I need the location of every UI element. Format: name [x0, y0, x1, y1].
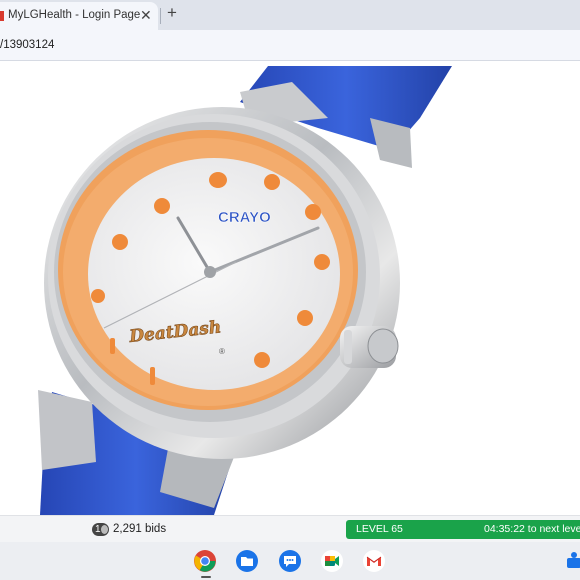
brand-crayo: CRAYO — [218, 209, 271, 226]
close-tab-icon[interactable]: ✕ — [140, 7, 152, 24]
bid-count: 2,291 bids — [113, 523, 167, 535]
next-level-timer: 04:35:22 to next level - — [484, 523, 580, 535]
tab-title: MyLGHealth - Login Page — [8, 9, 141, 21]
site-favicon-icon — [0, 11, 4, 21]
tray-account-icon[interactable] — [562, 549, 580, 573]
new-tab-button[interactable]: + — [167, 3, 177, 23]
tab-divider — [160, 8, 161, 24]
messages-icon[interactable] — [278, 549, 302, 573]
address-bar[interactable]: /13903124 — [0, 30, 580, 61]
level-progress-bar: LEVEL 65 04:35:22 to next level - — [346, 520, 580, 539]
level-label: LEVEL 65 — [356, 523, 403, 535]
chrome-icon[interactable] — [193, 549, 217, 573]
url-text[interactable]: /13903124 — [0, 39, 54, 51]
bid-token-icon: 1 — [92, 523, 109, 536]
meet-icon[interactable] — [320, 549, 344, 573]
gmail-icon[interactable] — [362, 549, 386, 573]
product-image-area: CRAYO DeatDash ® — [0, 61, 580, 515]
registered-mark: ® — [219, 347, 225, 356]
files-icon[interactable] — [235, 549, 259, 573]
hand-pivot — [204, 266, 216, 278]
browser-tab-strip: MyLGHealth - Login Page ✕ + — [0, 0, 580, 30]
browser-tab[interactable]: MyLGHealth - Login Page ✕ — [0, 2, 158, 30]
wristwatch-image: CRAYO DeatDash ® — [38, 66, 452, 515]
active-app-indicator — [201, 576, 211, 578]
